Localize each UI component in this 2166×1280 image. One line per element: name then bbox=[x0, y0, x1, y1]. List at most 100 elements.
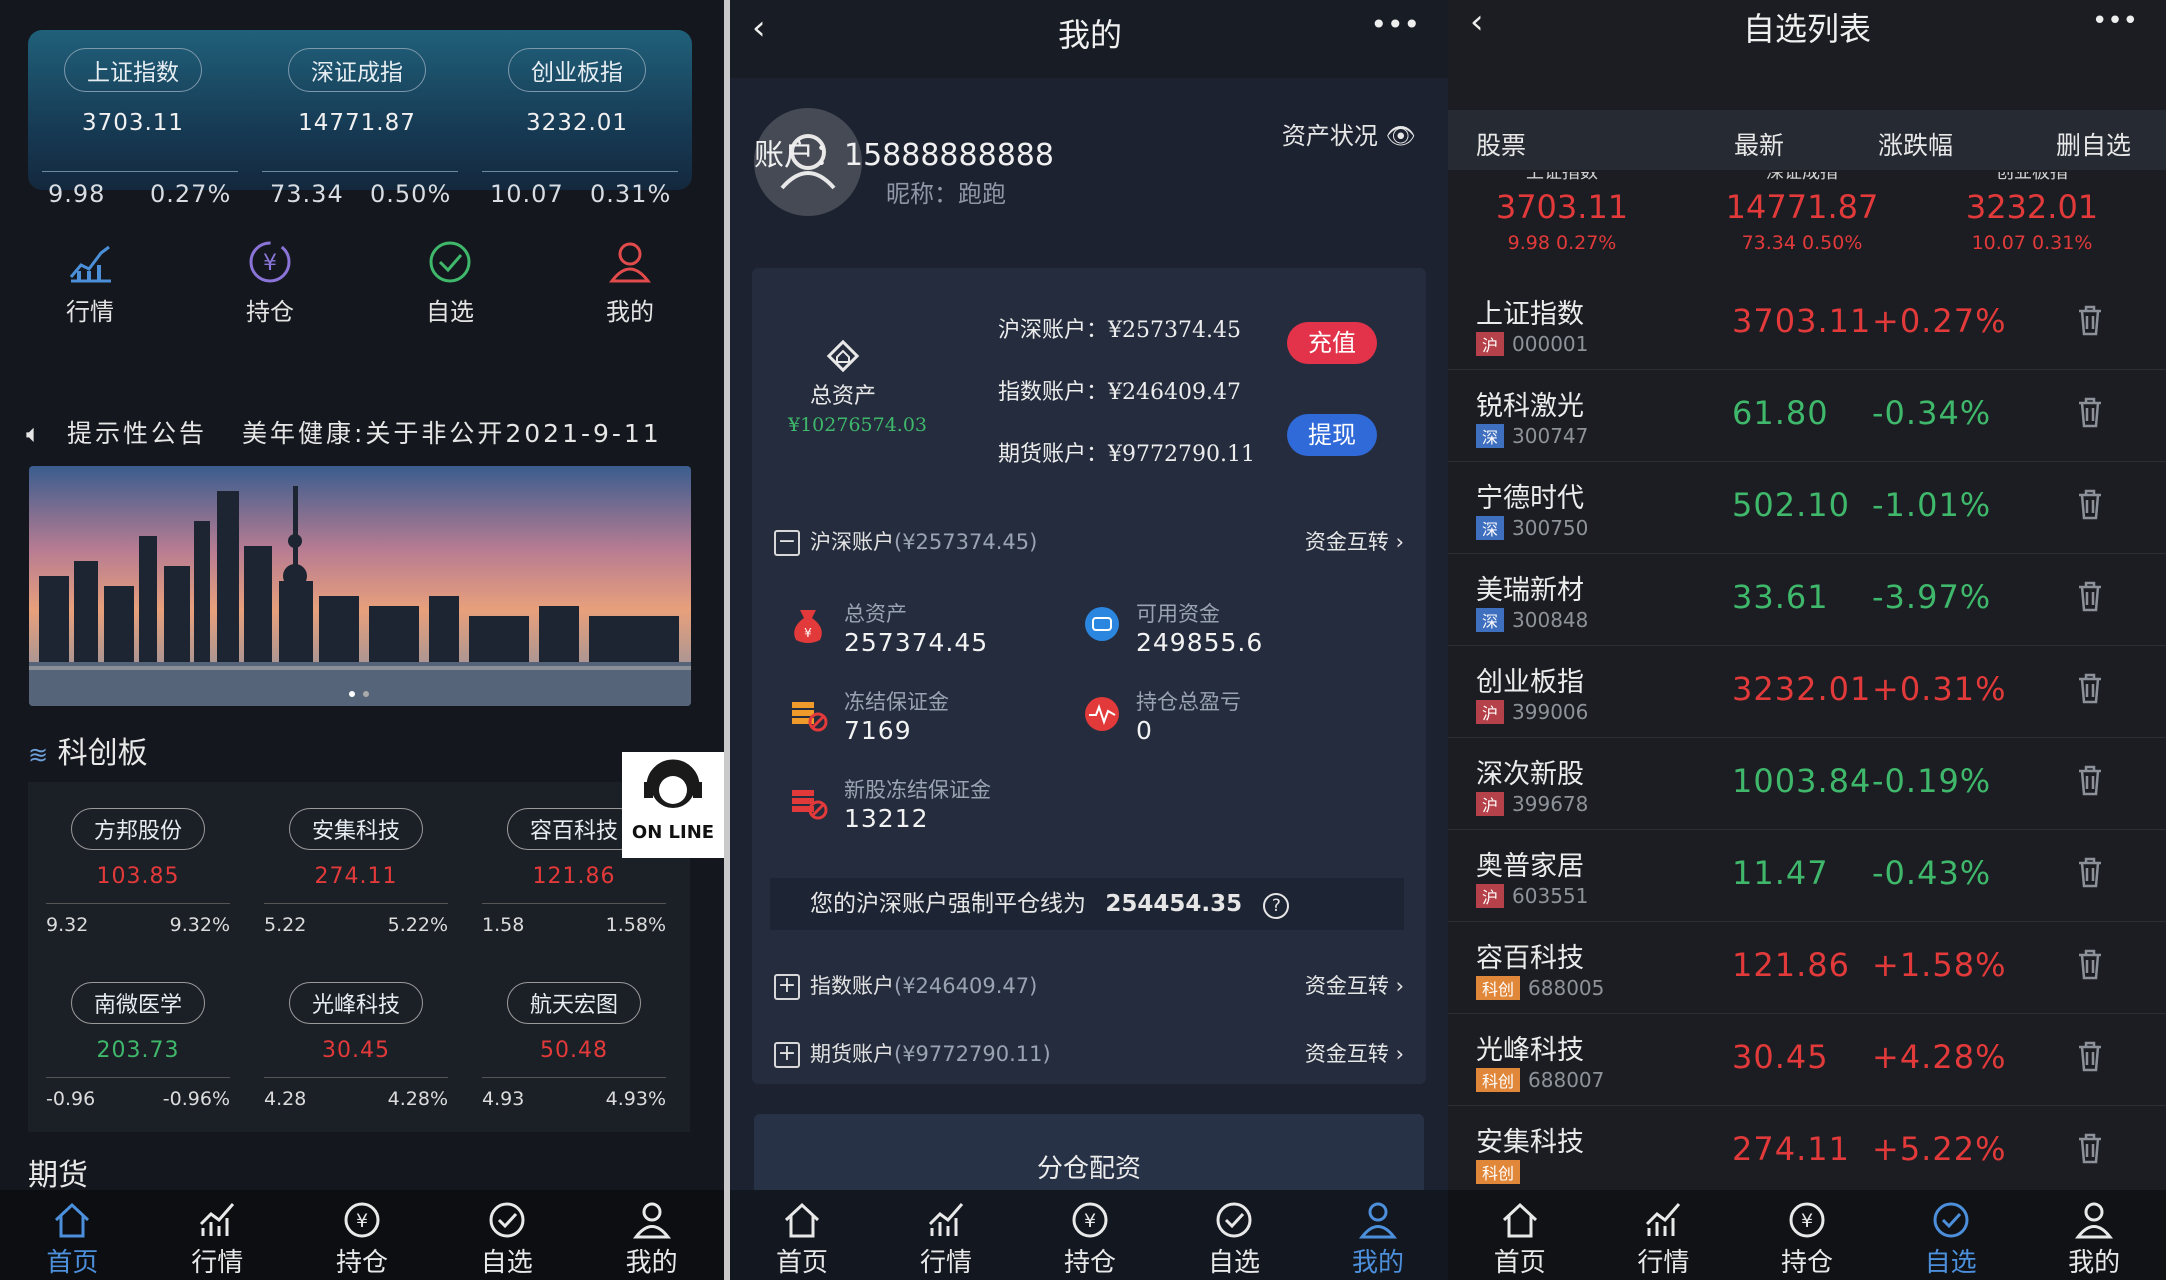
trash-icon[interactable] bbox=[2076, 1132, 2104, 1168]
tab-home[interactable]: 首页 bbox=[1448, 1190, 1592, 1280]
stock-code: 深 300750 bbox=[1476, 516, 1588, 540]
watchlist-row[interactable]: 上证指数沪 000001 3703.11 +0.27% bbox=[1448, 278, 2166, 370]
trash-icon[interactable] bbox=[2076, 396, 2104, 432]
watchlist-row[interactable]: 容百科技 科创 688005 121.86 +1.58% bbox=[1448, 922, 2166, 1014]
withdraw-button[interactable]: 提现 bbox=[1287, 414, 1377, 456]
stock-name: 光峰科技 bbox=[288, 982, 423, 1024]
check-circle-icon bbox=[1162, 1198, 1306, 1242]
tab-mine[interactable]: 我的 bbox=[1306, 1190, 1450, 1280]
futures-account-row[interactable]: + 期货账户(¥9772790.11) 资金互转 › bbox=[774, 1038, 1404, 1068]
index-card[interactable]: 上证指数 3703.11 深证成指 14771.87 创业板指 3232.01 … bbox=[28, 30, 692, 208]
collapse-icon[interactable]: − bbox=[774, 530, 800, 556]
trash-icon[interactable] bbox=[2076, 1040, 2104, 1076]
hs-account-row[interactable]: − 沪深账户(¥257374.45) 资金互转 › bbox=[774, 526, 1404, 556]
watchlist-row[interactable]: 宁德时代深 300750 502.10 -1.01% bbox=[1448, 462, 2166, 554]
watchlist-row[interactable]: 深次新股沪 399678 1003.84 -0.19% bbox=[1448, 738, 2166, 830]
trash-icon[interactable] bbox=[2076, 488, 2104, 524]
headset-icon bbox=[644, 759, 702, 808]
stock-card[interactable]: 南微医学 203.73 -0.96 -0.96% bbox=[46, 982, 230, 1110]
watchlist-row[interactable]: 奥普家居沪 603551 11.47 -0.43% bbox=[1448, 830, 2166, 922]
nav-market[interactable]: 行情 bbox=[30, 232, 150, 327]
tab-label: 行情 bbox=[919, 1248, 972, 1278]
index-item[interactable]: 上证指数 3703.11 bbox=[28, 48, 238, 136]
tab-position[interactable]: ¥ 持仓 bbox=[1018, 1190, 1162, 1280]
more-icon[interactable]: ••• bbox=[2092, 6, 2138, 36]
tab-watchlist[interactable]: 自选 bbox=[1879, 1190, 2023, 1280]
market-tag: 深 bbox=[1476, 424, 1505, 448]
tab-home[interactable]: 首页 bbox=[730, 1190, 874, 1280]
quote-item[interactable]: 创业板指 3232.01 10.07 0.31% bbox=[1932, 172, 2132, 254]
online-service-button[interactable]: ON LINE bbox=[622, 752, 724, 858]
trash-icon[interactable] bbox=[2076, 856, 2104, 892]
tab-position[interactable]: ¥ 持仓 bbox=[290, 1190, 435, 1280]
divider bbox=[482, 171, 678, 172]
banner-image[interactable] bbox=[29, 466, 691, 706]
tab-mine[interactable]: 我的 bbox=[579, 1190, 724, 1280]
help-icon[interactable]: ? bbox=[1263, 893, 1290, 919]
watchlist-row[interactable]: 美瑞新材深 300848 33.61 -3.97% bbox=[1448, 554, 2166, 646]
expand-icon[interactable]: + bbox=[774, 1042, 800, 1068]
stock-card[interactable]: 方邦股份 103.85 9.32 9.32% bbox=[46, 808, 230, 936]
expand-icon[interactable]: + bbox=[774, 974, 800, 1000]
more-icon[interactable]: ••• bbox=[1370, 8, 1420, 41]
trash-icon[interactable] bbox=[2076, 672, 2104, 708]
stock-card[interactable]: 安集科技 274.11 5.22 5.22% bbox=[264, 808, 448, 936]
tab-position[interactable]: ¥ 持仓 bbox=[1735, 1190, 1879, 1280]
watchlist-row[interactable]: 创业板指沪 399006 3232.01 +0.31% bbox=[1448, 646, 2166, 738]
tab-home[interactable]: 首页 bbox=[0, 1190, 145, 1280]
index-change: 10.07 bbox=[490, 180, 564, 208]
stock-percent: 5.22% bbox=[387, 914, 448, 936]
trash-icon[interactable] bbox=[2076, 948, 2104, 984]
stock-percent: +0.31% bbox=[1872, 670, 2007, 708]
page-title: 自选列表 bbox=[1742, 10, 1871, 48]
next-section-title: 期货 bbox=[28, 1158, 88, 1193]
page-title: 我的 bbox=[1057, 16, 1122, 54]
tab-label: 我的 bbox=[1351, 1248, 1404, 1278]
nav-label: 我的 bbox=[606, 298, 654, 326]
watchlist-row[interactable]: 安集科技 科创 274.11 +5.22% bbox=[1448, 1106, 2166, 1198]
index-percent: 0.50% bbox=[370, 180, 452, 208]
tab-watchlist[interactable]: 自选 bbox=[1162, 1190, 1306, 1280]
trash-icon[interactable] bbox=[2076, 304, 2104, 340]
nav-watchlist[interactable]: 自选 bbox=[390, 232, 510, 327]
index-item[interactable]: 创业板指 3232.01 bbox=[472, 48, 682, 136]
recharge-button[interactable]: 充值 bbox=[1287, 322, 1377, 364]
col-stock: 股票 bbox=[1476, 131, 1527, 160]
eye-icon: 👁︎ bbox=[1385, 122, 1416, 150]
stock-percent: -0.19% bbox=[1872, 762, 1992, 800]
trash-icon[interactable] bbox=[2076, 580, 2104, 616]
stock-name: 创业板指 bbox=[1476, 667, 1584, 698]
stock-card[interactable]: 光峰科技 30.45 4.28 4.28% bbox=[264, 982, 448, 1110]
split-allocation-button[interactable]: 分仓配资 bbox=[754, 1114, 1424, 1194]
asset-status-toggle[interactable]: 资产状况 👁︎ bbox=[1282, 116, 1416, 151]
trash-icon[interactable] bbox=[2076, 764, 2104, 800]
stock-percent: +1.58% bbox=[1872, 946, 2007, 984]
nav-position[interactable]: ¥ 持仓 bbox=[210, 232, 330, 327]
nav-mine[interactable]: 我的 bbox=[570, 232, 690, 327]
watchlist-row[interactable]: 光峰科技 科创 688007 30.45 +4.28% bbox=[1448, 1014, 2166, 1106]
quote-item[interactable]: 深证成指 14771.87 73.34 0.50% bbox=[1702, 172, 1902, 254]
stock-percent: +4.28% bbox=[1872, 1038, 2007, 1076]
notice-bar[interactable]: 🔈︎ 提示性公告 美年健康:关于非公开2021-9-11 bbox=[26, 414, 662, 450]
watchlist-row[interactable]: 锐科激光深 300747 61.80 -0.34% bbox=[1448, 370, 2166, 462]
watchlist-screen: ‹ 自选列表 ••• 股票 最新 涨跌幅 删自选 上证指数 3703.11 9.… bbox=[1448, 0, 2166, 1280]
market-tag: 科创 bbox=[1476, 976, 1521, 1000]
stock-price: 203.73 bbox=[96, 1038, 180, 1063]
index-value: 14771.87 bbox=[298, 110, 416, 136]
user-icon bbox=[579, 1198, 724, 1242]
tab-market[interactable]: 行情 bbox=[145, 1190, 290, 1280]
tab-market[interactable]: 行情 bbox=[1592, 1190, 1736, 1280]
tab-watchlist[interactable]: 自选 bbox=[434, 1190, 579, 1280]
index-item[interactable]: 深证成指 14771.87 bbox=[252, 48, 462, 136]
tab-mine[interactable]: 我的 bbox=[2022, 1190, 2166, 1280]
transfer-link[interactable]: 资金互转 › bbox=[1305, 526, 1404, 556]
stock-percent: +0.27% bbox=[1872, 302, 2007, 340]
quote-item[interactable]: 上证指数 3703.11 9.98 0.27% bbox=[1462, 172, 1662, 254]
stock-card[interactable]: 航天宏图 50.48 4.93 4.93% bbox=[482, 982, 666, 1110]
divider bbox=[42, 171, 238, 172]
transfer-link[interactable]: 资金互转 › bbox=[1305, 1038, 1404, 1068]
stock-name: 奥普家居 bbox=[1476, 851, 1584, 882]
tab-market[interactable]: 行情 bbox=[874, 1190, 1018, 1280]
index-account-row[interactable]: + 指数账户(¥246409.47) 资金互转 › bbox=[774, 970, 1404, 1000]
transfer-link[interactable]: 资金互转 › bbox=[1305, 970, 1404, 1000]
